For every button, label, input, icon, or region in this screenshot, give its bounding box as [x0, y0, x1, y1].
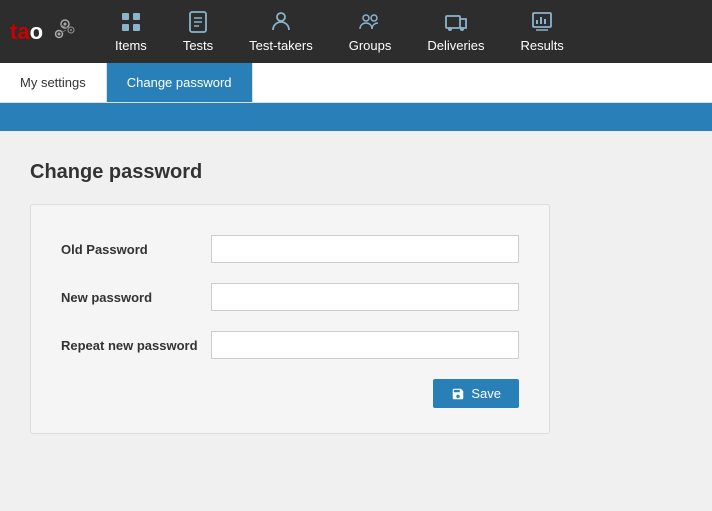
nav-label-items: Items — [115, 38, 147, 53]
logo-text: tao — [10, 19, 43, 45]
nav-label-tests: Tests — [183, 38, 213, 53]
nav-label-results: Results — [520, 38, 563, 53]
top-navigation: tao Items — [0, 0, 712, 63]
nav-items: Items Tests Test-takers — [97, 0, 702, 63]
form-actions: Save — [61, 379, 519, 408]
sub-nav-my-settings[interactable]: My settings — [0, 63, 107, 102]
new-password-input[interactable] — [211, 283, 519, 311]
change-password-form: Old Password New password Repeat new pas… — [30, 204, 550, 434]
logo: tao — [10, 16, 77, 48]
nav-item-test-takers[interactable]: Test-takers — [231, 0, 331, 63]
blue-bar — [0, 103, 712, 131]
sub-nav-label-change-password: Change password — [127, 75, 232, 90]
save-button-label: Save — [471, 386, 501, 401]
nav-label-deliveries: Deliveries — [427, 38, 484, 53]
nav-item-tests[interactable]: Tests — [165, 0, 231, 63]
repeat-password-label: Repeat new password — [61, 338, 211, 353]
nav-item-deliveries[interactable]: Deliveries — [409, 0, 502, 63]
sub-navigation: My settings Change password — [0, 63, 712, 103]
page-title: Change password — [30, 161, 682, 184]
groups-icon — [358, 10, 382, 34]
results-icon — [530, 10, 554, 34]
nav-item-items[interactable]: Items — [97, 0, 165, 63]
old-password-label: Old Password — [61, 242, 211, 257]
nav-label-test-takers: Test-takers — [249, 38, 313, 53]
save-button[interactable]: Save — [433, 379, 519, 408]
deliveries-icon — [444, 10, 468, 34]
nav-label-groups: Groups — [349, 38, 392, 53]
logo-icon — [45, 16, 77, 48]
nav-item-results[interactable]: Results — [502, 0, 581, 63]
sub-nav-change-password[interactable]: Change password — [107, 63, 253, 102]
repeat-password-input[interactable] — [211, 331, 519, 359]
items-icon — [119, 10, 143, 34]
old-password-input[interactable] — [211, 235, 519, 263]
nav-item-groups[interactable]: Groups — [331, 0, 410, 63]
repeat-password-row: Repeat new password — [61, 331, 519, 359]
main-content: Change password Old Password New passwor… — [0, 131, 712, 511]
old-password-row: Old Password — [61, 235, 519, 263]
tests-icon — [186, 10, 210, 34]
new-password-label: New password — [61, 290, 211, 305]
new-password-row: New password — [61, 283, 519, 311]
save-icon — [451, 387, 465, 401]
test-takers-icon — [269, 10, 293, 34]
sub-nav-label-my-settings: My settings — [20, 75, 86, 90]
